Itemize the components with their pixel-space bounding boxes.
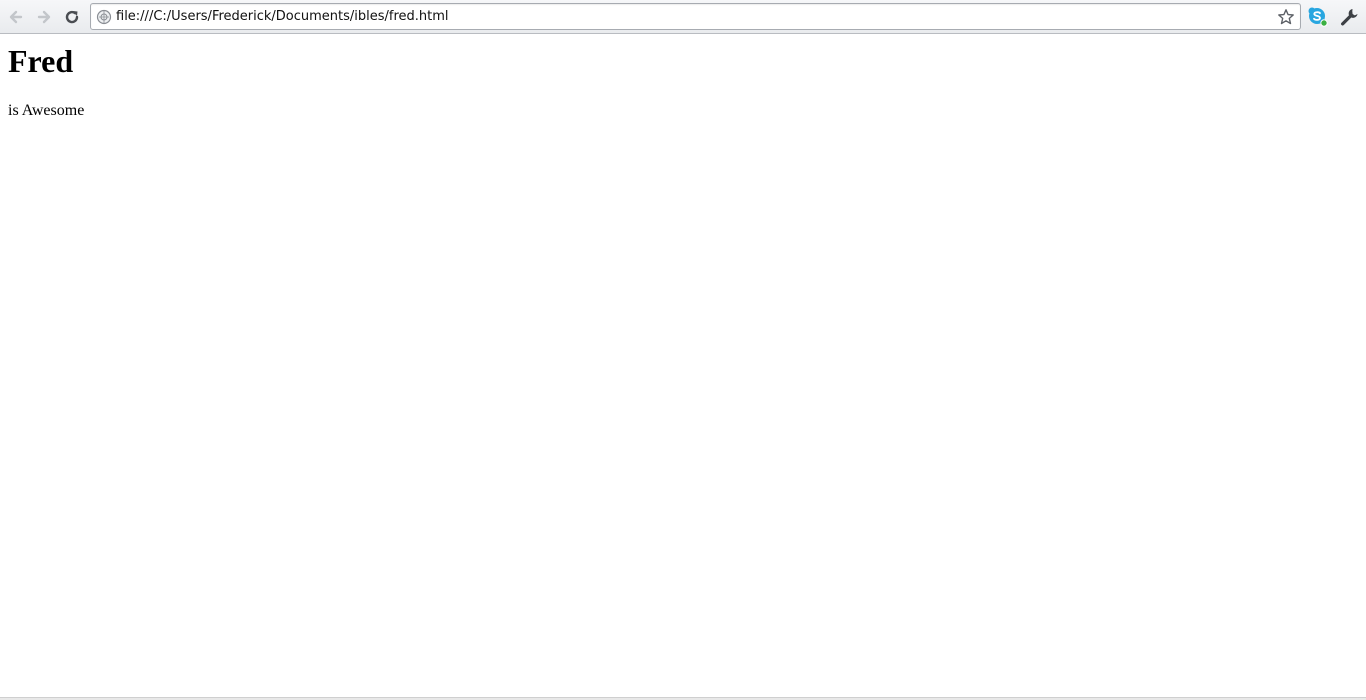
reload-button[interactable] [61, 6, 83, 28]
url-text[interactable]: file:///C:/Users/Frederick/Documents/ibl… [116, 4, 1266, 29]
page-content: Fred is Awesome [0, 34, 1366, 697]
reload-icon [65, 10, 79, 24]
settings-menu-button[interactable] [1338, 6, 1360, 28]
forward-arrow-icon [37, 10, 51, 24]
skype-icon [1308, 7, 1328, 27]
bookmark-star-button[interactable] [1276, 7, 1296, 27]
back-arrow-icon [9, 10, 23, 24]
skype-extension-button[interactable] [1307, 6, 1329, 28]
forward-button[interactable] [33, 6, 55, 28]
browser-toolbar: file:///C:/Users/Frederick/Documents/ibl… [0, 0, 1366, 34]
page-paragraph: is Awesome [8, 102, 85, 119]
page-heading: Fred [8, 43, 74, 79]
address-bar[interactable]: file:///C:/Users/Frederick/Documents/ibl… [90, 3, 1301, 30]
wrench-icon [1341, 9, 1358, 26]
star-icon [1278, 9, 1294, 25]
globe-icon [96, 9, 112, 25]
back-button[interactable] [5, 6, 27, 28]
